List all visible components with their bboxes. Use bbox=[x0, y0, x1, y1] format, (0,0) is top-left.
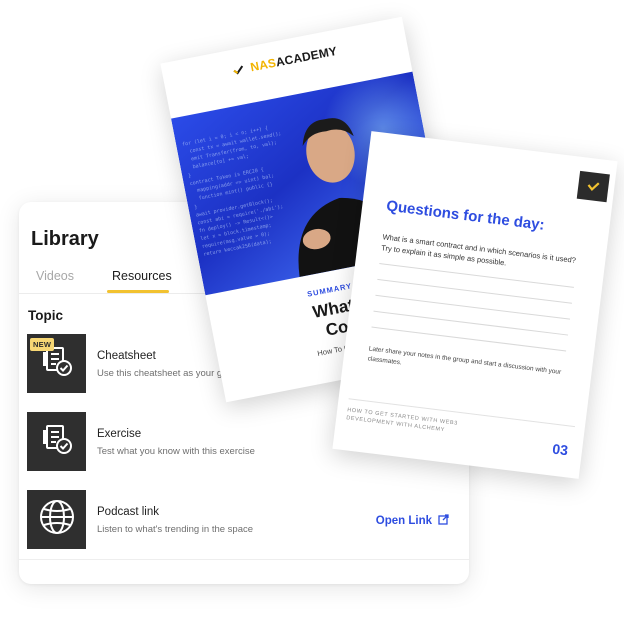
item-description: Listen to what's trending in the space bbox=[97, 524, 254, 535]
new-badge: NEW bbox=[30, 338, 55, 351]
library-title: Library bbox=[31, 228, 99, 250]
resource-item-podcast[interactable]: Podcast link Listen to what's trending i… bbox=[27, 490, 459, 550]
globe-icon bbox=[37, 497, 77, 542]
podcast-thumbnail bbox=[27, 490, 86, 549]
item-description: Use this cheatsheet as your guide bbox=[97, 368, 241, 379]
cheatsheet-thumbnail: NEW bbox=[27, 334, 86, 393]
item-description: Test what you know with this exercise bbox=[97, 446, 255, 457]
section-title: Topic bbox=[28, 308, 63, 323]
note-text: Later share your notes in the group and … bbox=[367, 345, 562, 376]
open-link-button[interactable]: Open Link bbox=[376, 514, 449, 528]
question-text: What is a smart contract and in which sc… bbox=[380, 232, 577, 268]
external-link-icon bbox=[438, 514, 449, 528]
item-title: Exercise bbox=[97, 428, 142, 440]
questions-card: Questions for the day: What is a smart c… bbox=[332, 131, 618, 479]
tab-resources[interactable]: Resources bbox=[112, 269, 172, 283]
brand-badge-icon bbox=[576, 170, 610, 203]
questions-title: Questions for the day: bbox=[385, 197, 546, 234]
active-tab-indicator bbox=[107, 290, 169, 293]
divider bbox=[19, 559, 469, 560]
page-number: 03 bbox=[551, 440, 569, 459]
exercise-thumbnail bbox=[27, 412, 86, 471]
footer-text: HOW TO GET STARTED WITH WEB3 DEVELOPMENT… bbox=[345, 407, 459, 434]
item-title: Cheatsheet bbox=[97, 350, 156, 362]
tab-videos[interactable]: Videos bbox=[36, 269, 74, 283]
document-check-icon bbox=[40, 422, 74, 461]
item-title: Podcast link bbox=[97, 506, 160, 518]
